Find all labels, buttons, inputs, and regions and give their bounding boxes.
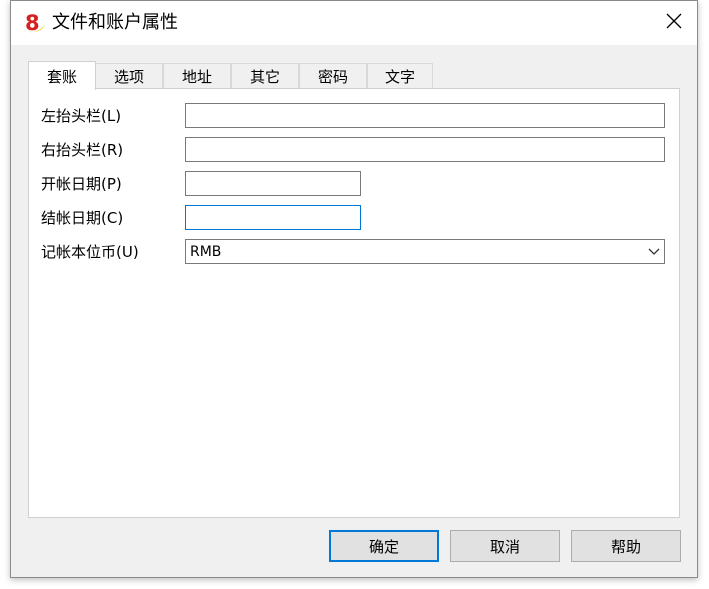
properties-dialog: 8 文件和账户属性 套账 选项 地址 其它 密码 文字 左抬头栏(L) 右抬头栏… <box>10 0 698 578</box>
svg-text:8: 8 <box>25 11 40 35</box>
open-date-label: 开帐日期(P) <box>41 175 122 193</box>
right-header-label: 右抬头栏(R) <box>41 141 124 159</box>
help-button[interactable]: 帮助 <box>571 530 681 562</box>
close-date-input[interactable] <box>186 206 360 229</box>
tab-text[interactable]: 文字 <box>367 63 433 88</box>
currency-label: 记帐本位币(U) <box>41 243 139 261</box>
close-date-field[interactable] <box>185 205 361 230</box>
tab-options[interactable]: 选项 <box>95 63 163 88</box>
open-date-field[interactable] <box>185 171 361 196</box>
ok-button[interactable]: 确定 <box>329 530 439 562</box>
right-header-field[interactable] <box>185 137 665 162</box>
cancel-button[interactable]: 取消 <box>450 530 560 562</box>
title-bar: 8 文件和账户属性 <box>11 1 697 45</box>
chevron-down-icon[interactable] <box>644 240 664 263</box>
tab-other[interactable]: 其它 <box>231 63 299 88</box>
close-icon <box>666 13 682 33</box>
window-title: 文件和账户属性 <box>52 12 178 33</box>
close-date-label: 结帐日期(C) <box>41 209 124 227</box>
tab-password[interactable]: 密码 <box>299 63 367 88</box>
currency-selected-value: RMB <box>190 243 222 260</box>
tab-account-set[interactable]: 套账 <box>28 61 96 90</box>
left-header-input[interactable] <box>186 104 664 127</box>
left-header-label: 左抬头栏(L) <box>41 107 122 125</box>
tab-address[interactable]: 地址 <box>163 63 231 88</box>
currency-select[interactable]: RMB <box>185 239 665 264</box>
app-logo-icon: 8 <box>21 10 47 36</box>
left-header-field[interactable] <box>185 103 665 128</box>
right-header-input[interactable] <box>186 138 664 161</box>
close-button[interactable] <box>651 1 697 45</box>
open-date-input[interactable] <box>186 172 360 195</box>
